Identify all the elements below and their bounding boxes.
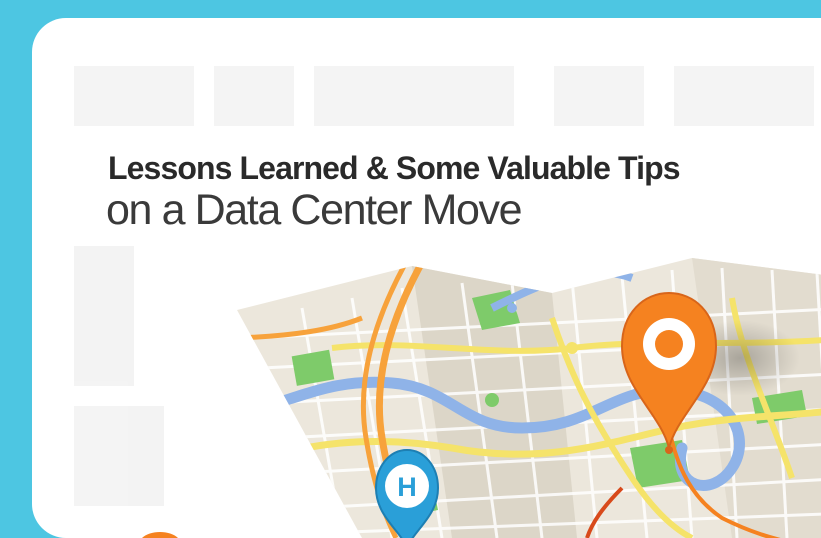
- banner-card[interactable]: Lessons Learned & Some Valuable Tips on …: [32, 18, 821, 538]
- map-illustration: H: [142, 258, 821, 538]
- hospital-pin-label: H: [397, 472, 417, 502]
- banner-background: Lessons Learned & Some Valuable Tips on …: [0, 0, 821, 538]
